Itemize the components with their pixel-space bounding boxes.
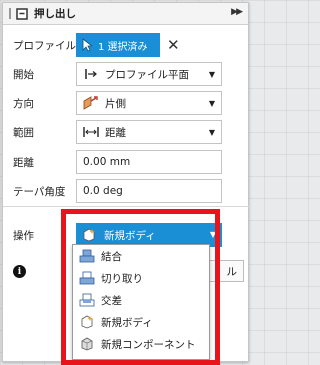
new-component-icon: [79, 337, 95, 351]
chevron-down-icon: ▼: [209, 230, 216, 239]
new-body-icon: [79, 315, 95, 329]
distance-value: 0.00 mm: [83, 156, 131, 168]
distance-label: 距離: [13, 156, 34, 169]
taper-value: 0.0 deg: [83, 185, 123, 197]
join-icon: [79, 249, 95, 263]
menu-item-cut[interactable]: 切り取り: [73, 267, 209, 289]
menu-item-new-component[interactable]: 新規コンポーネント: [73, 333, 209, 355]
menu-item-label: 切り取り: [101, 272, 143, 285]
profile-plane-icon: [83, 67, 99, 81]
cut-icon: [79, 271, 95, 285]
drag-grip-icon[interactable]: [9, 8, 11, 19]
operation-value: 新規ボディ: [104, 229, 156, 242]
extrude-icon: [16, 7, 28, 20]
menu-item-label: 結合: [101, 250, 122, 263]
menu-item-label: 交差: [101, 294, 122, 307]
distance-icon: [83, 125, 99, 139]
one-side-icon: [83, 96, 99, 110]
taper-label: テーパ角度: [13, 185, 66, 198]
start-label: 開始: [13, 68, 34, 81]
clear-selection-icon[interactable]: ✕: [167, 36, 180, 54]
direction-row: 方向 片側 ▼: [3, 89, 250, 117]
menu-item-label: 新規ボディ: [101, 316, 153, 329]
profile-selection-text: 1 選択済み: [98, 41, 148, 53]
extent-value: 距離: [105, 126, 126, 139]
intersect-icon: [79, 293, 95, 307]
operation-label: 操作: [13, 229, 34, 242]
start-value: プロファイル平面: [105, 68, 189, 81]
profile-row: プロファイル 1 選択済み ✕: [3, 31, 250, 59]
menu-item-new-body[interactable]: 新規ボディ: [73, 311, 209, 333]
distance-row: 距離 0.00 mm: [3, 148, 250, 176]
extent-label: 範囲: [13, 126, 34, 139]
info-icon[interactable]: i: [13, 265, 26, 278]
extent-select[interactable]: 距離 ▼: [76, 120, 222, 144]
divider: [3, 206, 250, 207]
profile-label: プロファイル: [13, 39, 76, 52]
menu-item-join[interactable]: 結合: [73, 245, 209, 267]
expand-icon[interactable]: ▶▶: [231, 7, 243, 17]
extent-row: 範囲 距離 ▼: [3, 118, 250, 146]
new-body-icon: [82, 228, 98, 242]
cancel-label: ル: [226, 265, 238, 278]
taper-row: テーパ角度 0.0 deg: [3, 177, 250, 205]
dialog-titlebar[interactable]: 押し出し ▶▶: [3, 3, 248, 25]
start-select[interactable]: プロファイル平面 ▼: [76, 62, 222, 86]
start-row: 開始 プロファイル平面 ▼: [3, 60, 250, 88]
direction-value: 片側: [105, 97, 126, 110]
distance-input[interactable]: 0.00 mm: [76, 150, 222, 174]
chevron-down-icon: ▼: [208, 99, 215, 108]
menu-item-label: 新規コンポーネント: [101, 338, 196, 351]
cursor-arrow-icon: [82, 38, 92, 52]
profile-selection-button[interactable]: 1 選択済み: [76, 33, 160, 57]
chevron-down-icon: ▼: [208, 128, 215, 137]
dialog-title: 押し出し: [34, 8, 76, 20]
menu-item-intersect[interactable]: 交差: [73, 289, 209, 311]
direction-label: 方向: [13, 97, 34, 110]
operation-dropdown-menu: 結合 切り取り 交差 新規ボディ 新規コンポーネント: [72, 244, 210, 360]
direction-select[interactable]: 片側 ▼: [76, 91, 222, 115]
chevron-down-icon: ▼: [208, 70, 215, 79]
taper-angle-input[interactable]: 0.0 deg: [76, 179, 222, 203]
